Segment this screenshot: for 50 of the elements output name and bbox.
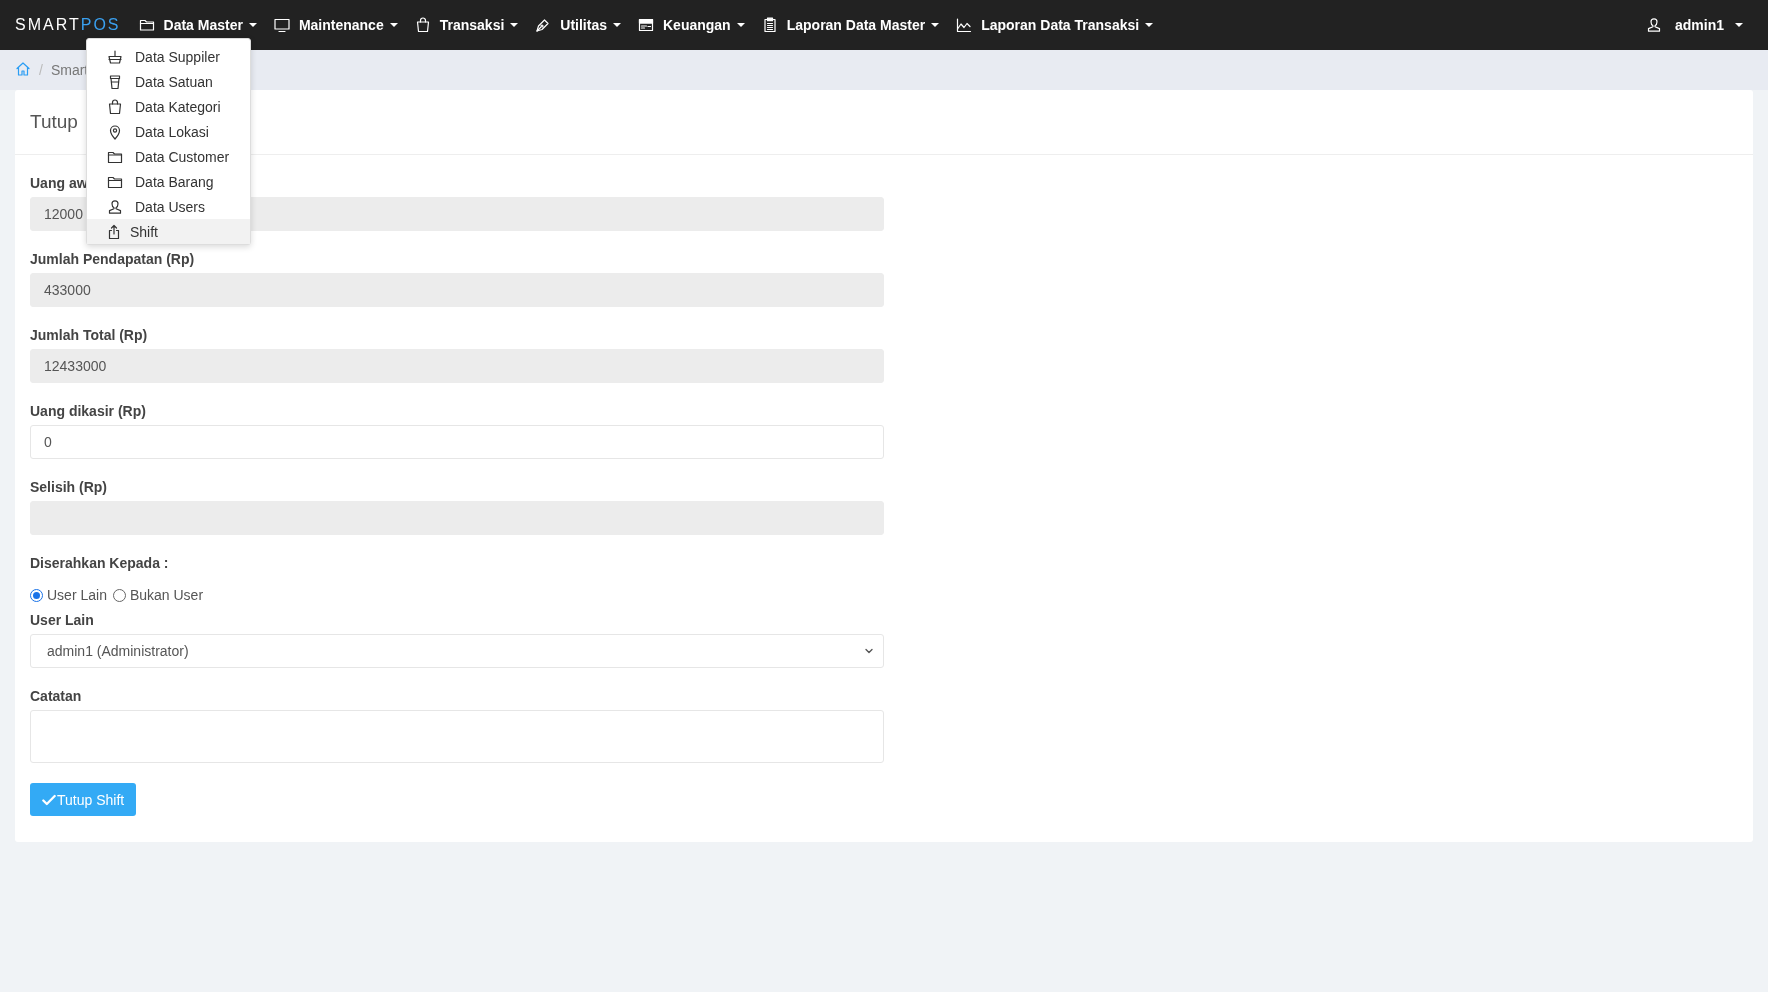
shopping-bag-icon	[414, 17, 431, 33]
radio-label[interactable]: User Lain	[47, 587, 107, 603]
field-label: Jumlah Total (Rp)	[30, 327, 148, 343]
monitor-icon	[273, 17, 290, 33]
user-icon	[1646, 17, 1663, 33]
nav-menu[interactable]: Transaksi	[414, 17, 519, 33]
menu-item[interactable]: Data Customer	[87, 144, 250, 169]
nav-menu[interactable]: Utilitas	[535, 17, 621, 33]
share-icon	[106, 223, 122, 240]
nav-menu[interactable]: Laporan Data Master	[761, 17, 940, 33]
nav-menu[interactable]: Laporan Data Transaksi	[956, 17, 1154, 33]
card-icon	[638, 17, 654, 33]
radio-label[interactable]: Bukan User	[129, 587, 204, 603]
line-chart-icon	[956, 17, 973, 33]
input-field[interactable]: 12433000	[30, 349, 884, 383]
cup-icon	[107, 73, 123, 90]
menu-item[interactable]: Data Kategori	[87, 94, 250, 119]
folder-icon	[138, 17, 155, 33]
user-icon	[107, 198, 123, 215]
brand-logo[interactable]: SMARTPOS	[15, 16, 121, 34]
field-label: Uang dikasir (Rp)	[30, 403, 146, 419]
menu-item[interactable]: Shift	[87, 219, 250, 244]
menu-item[interactable]: Data Barang	[87, 169, 250, 194]
field-label: User Lain	[30, 612, 94, 628]
menu-item[interactable]: Data Suppiler	[87, 44, 250, 69]
home-icon	[15, 60, 31, 77]
pen-icon	[535, 17, 552, 33]
menu-item[interactable]: Data Satuan	[87, 69, 250, 94]
select-field[interactable]: admin1 (Administrator)	[30, 634, 884, 668]
checkmark-icon	[42, 792, 56, 807]
clipboard-icon	[761, 17, 778, 33]
breadcrumb-separator: /	[39, 62, 43, 78]
radio-button[interactable]	[30, 588, 43, 602]
radio-button[interactable]	[112, 588, 126, 602]
menu-item[interactable]: Data Users	[87, 194, 250, 219]
basket-icon	[107, 48, 123, 65]
field-label: Selisih (Rp)	[30, 479, 107, 495]
location-pin-icon	[107, 123, 123, 140]
field-label: Jumlah Pendapatan (Rp)	[30, 251, 195, 267]
card-title: Tutup	[30, 111, 78, 133]
menu-item[interactable]: Data Lokasi	[87, 119, 250, 144]
nav-menu[interactable]: Data Master	[138, 17, 257, 33]
shopping-bag-icon	[107, 98, 123, 115]
field-label: Catatan	[30, 688, 82, 704]
nav-menu[interactable]: Maintenance	[273, 17, 398, 33]
nav-menu[interactable]: Keuangan	[638, 17, 745, 33]
input-field[interactable]: 433000	[30, 273, 884, 307]
input-field[interactable]: 0	[30, 425, 884, 459]
user-menu[interactable]: admin1	[1646, 17, 1743, 33]
field-label: Diserahkan Kepada :	[30, 555, 169, 571]
